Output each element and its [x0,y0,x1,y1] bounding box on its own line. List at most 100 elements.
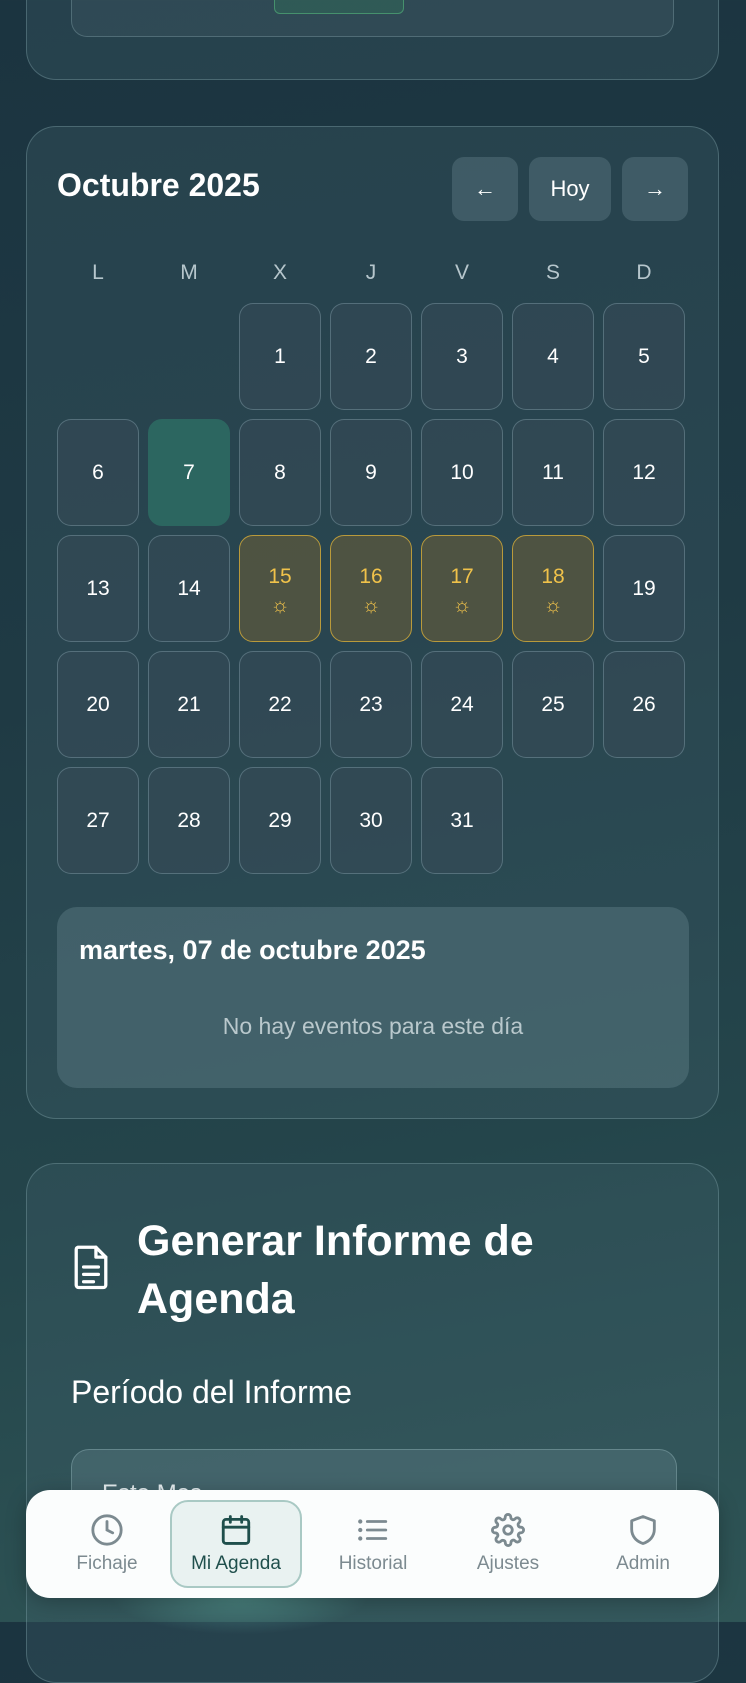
nav-label: Ajustes [476,1553,540,1574]
calendar-day-24[interactable]: 24 [421,651,503,758]
day-number: 14 [177,576,201,600]
today-button[interactable]: Hoy [529,157,611,221]
previous-section-card [26,0,719,80]
weekday-label: X [272,261,287,284]
weekday-label: M [180,261,198,284]
day-number: 13 [86,576,110,600]
day-number: 9 [365,460,377,484]
period-label: Período del Informe [71,1374,353,1410]
day-number: 15 [268,565,292,588]
day-number: 27 [86,808,110,832]
previous-month-button[interactable]: ← [452,157,518,221]
calendar-day-8[interactable]: 8 [239,419,321,526]
day-number: 1 [274,344,286,368]
calendar-day-16[interactable]: 16 ☼ [330,535,412,642]
nav-item-mi-agenda[interactable]: Mi Agenda [170,1500,302,1588]
document-icon [74,1245,108,1290]
nav-label: Fichaje [76,1553,138,1574]
calendar-day-1[interactable]: 1 [239,303,321,410]
weekday-label: J [365,261,377,284]
day-number: 10 [450,460,474,484]
nav-item-ajustes[interactable]: Ajustes [442,1500,574,1588]
day-number: 30 [359,808,383,832]
calendar-day-11[interactable]: 11 [512,419,594,526]
sun-icon: ☼ [543,594,563,617]
selected-date-label: martes, 07 de octubre 2025 [79,935,426,965]
day-number: 17 [450,565,474,588]
weekday-label: V [454,261,469,284]
next-month-button[interactable]: → [622,157,688,221]
day-number: 26 [632,692,656,716]
no-events-message: No hay eventos para este día [222,1013,524,1039]
day-number: 16 [359,565,383,588]
calendar-day-12[interactable]: 12 [603,419,685,526]
calendar-day-17[interactable]: 17 ☼ [421,535,503,642]
nav-item-historial[interactable]: Historial [307,1500,439,1588]
day-number: 28 [177,808,201,832]
day-number: 5 [638,344,650,368]
calendar-day-9[interactable]: 9 [330,419,412,526]
calendar-day-30[interactable]: 30 [330,767,412,874]
day-events-panel: martes, 07 de octubre 2025 No hay evento… [57,907,689,1088]
calendar-day-13[interactable]: 13 [57,535,139,642]
nav-item-admin[interactable]: Admin [577,1500,709,1588]
calendar-day-5[interactable]: 5 [603,303,685,410]
calendar-day-25[interactable]: 25 [512,651,594,758]
calendar-card: Octubre 2025 ← Hoy → LMXJVSD 1 2 3 4 5 6 7 8 9 10… [26,126,719,1119]
nav-label: Mi Agenda [191,1553,281,1574]
day-number: 4 [547,344,559,368]
calendar-day-19[interactable]: 19 [603,535,685,642]
day-number: 22 [268,692,292,716]
weekday-label: L [92,261,104,284]
day-number: 6 [92,460,104,484]
calendar-day-6[interactable]: 6 [57,419,139,526]
calendar-day-3[interactable]: 3 [421,303,503,410]
calendar-icon [221,1515,251,1545]
sun-icon: ☼ [452,594,472,617]
nav-item-fichaje[interactable]: Fichaje [41,1500,173,1588]
calendar-day-7[interactable]: 7 [148,419,230,526]
previous-section-panel [71,0,674,37]
day-number: 29 [268,808,292,832]
gear-icon [491,1513,525,1547]
calendar-day-21[interactable]: 21 [148,651,230,758]
calendar-day-20[interactable]: 20 [57,651,139,758]
month-title: Octubre 2025 [57,167,260,203]
list-icon [358,1519,388,1541]
bottom-navigation: Fichaje Mi Agenda Historial Ajustes Admi… [26,1490,719,1598]
day-number: 21 [177,692,201,716]
day-number: 18 [541,565,565,588]
previous-section-button[interactable] [274,0,404,14]
calendar-day-10[interactable]: 10 [421,419,503,526]
day-number: 20 [86,692,110,716]
day-number: 31 [450,808,474,832]
day-number: 11 [542,460,564,484]
calendar-day-22[interactable]: 22 [239,651,321,758]
nav-label: Admin [616,1553,670,1574]
day-number: 19 [632,576,656,600]
day-number: 2 [365,344,377,368]
day-number: 3 [456,344,468,368]
day-number: 23 [359,692,383,716]
calendar-day-28[interactable]: 28 [148,767,230,874]
calendar-day-2[interactable]: 2 [330,303,412,410]
calendar-day-26[interactable]: 26 [603,651,685,758]
weekday-label: D [636,261,652,284]
day-number: 12 [632,460,656,484]
calendar-day-29[interactable]: 29 [239,767,321,874]
calendar-day-4[interactable]: 4 [512,303,594,410]
day-number: 8 [274,460,286,484]
calendar-day-23[interactable]: 23 [330,651,412,758]
day-number: 7 [183,460,195,484]
arrow-right-icon: → [644,176,666,201]
calendar-day-31[interactable]: 31 [421,767,503,874]
calendar-day-27[interactable]: 27 [57,767,139,874]
shield-icon [630,1515,656,1545]
calendar-day-18[interactable]: 18 ☼ [512,535,594,642]
sun-icon: ☼ [270,594,290,617]
calendar-day-14[interactable]: 14 [148,535,230,642]
sun-icon: ☼ [361,594,381,617]
arrow-left-icon: ← [474,176,496,201]
clock-icon [91,1514,123,1546]
calendar-day-15[interactable]: 15 ☼ [239,535,321,642]
